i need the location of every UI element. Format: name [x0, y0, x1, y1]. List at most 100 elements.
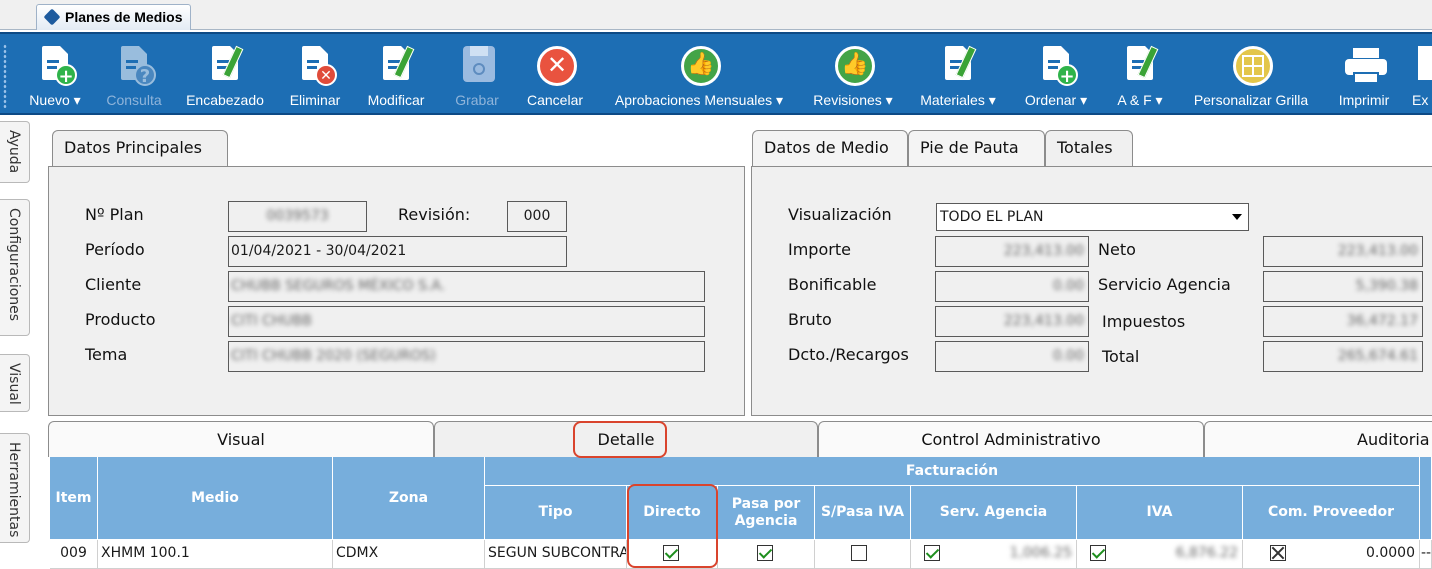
aprobaciones-mensuales-button[interactable]: 👍 Aprobaciones Mensuales ▾ — [603, 34, 795, 115]
serv-agencia-checkbox[interactable] — [924, 545, 940, 561]
document-delete-icon: ✕ — [291, 42, 339, 90]
grabar-button[interactable]: Grabar — [444, 34, 510, 115]
tab-control-administrativo[interactable]: Control Administrativo — [818, 421, 1204, 457]
periodo-label: Período — [85, 240, 145, 259]
nro-plan-field[interactable]: 0039573 — [228, 201, 367, 232]
cell-overflow: -- — [1420, 540, 1432, 569]
serv-agencia-value: 1,006.25 — [1009, 545, 1072, 561]
document-edit-icon — [1116, 42, 1164, 90]
cell-pasa-por-agencia — [718, 540, 815, 569]
cliente-label: Cliente — [85, 275, 142, 294]
importe-field[interactable]: 223,413.00 — [935, 236, 1089, 267]
column-header-s-pasa-iva[interactable]: S/Pasa IVA — [815, 486, 911, 540]
tema-field[interactable]: CITI CHUBB 2020 (SEGUROS) — [228, 341, 705, 372]
dcto-recargos-label: Dcto./Recargos — [788, 345, 909, 364]
dropdown-arrow-icon — [1232, 214, 1242, 220]
tema-label: Tema — [85, 345, 128, 364]
personalizar-grilla-button[interactable]: Personalizar Grilla — [1182, 34, 1320, 115]
column-header-item[interactable]: Item — [50, 457, 98, 540]
tab-pie-de-pauta[interactable]: Pie de Pauta — [908, 130, 1045, 166]
document-add-icon: + — [31, 42, 79, 90]
chevron-down-icon: ▾ — [885, 92, 893, 108]
encabezado-button[interactable]: Encabezado — [179, 34, 271, 115]
detalle-grid: Item Medio Zona Facturación Tipo Directo… — [50, 457, 1432, 569]
revisiones-button[interactable]: 👍 Revisiones ▾ — [806, 34, 900, 115]
impuestos-field[interactable]: 36,472.17 — [1263, 306, 1423, 337]
cell-s-pasa-iva — [815, 540, 911, 569]
total-label: Total — [1102, 347, 1140, 366]
nro-plan-label: Nº Plan — [85, 205, 144, 224]
cell-tipo[interactable]: SEGUN SUBCONTRATO — [485, 540, 627, 569]
visualizacion-select[interactable]: TODO EL PLAN — [936, 203, 1249, 231]
column-header-medio[interactable]: Medio — [98, 457, 333, 540]
document-edit-icon — [934, 42, 982, 90]
com-proveedor-checkbox[interactable] — [1270, 545, 1286, 561]
cell-com-proveedor: 0.0000 — [1243, 540, 1420, 569]
column-header-overflow — [1420, 457, 1432, 540]
ordenar-button[interactable]: + Ordenar ▾ — [1015, 34, 1097, 115]
a-and-f-button[interactable]: A & F ▾ — [1107, 34, 1173, 115]
producto-field[interactable]: CITI CHUBB — [228, 306, 705, 337]
periodo-field[interactable]: 01/04/2021 - 30/04/2021 — [228, 236, 567, 267]
highlight-detalle-tab — [573, 421, 667, 458]
tab-visual[interactable]: Visual — [48, 421, 434, 457]
servicio-agencia-field[interactable]: 5,390.38 — [1263, 271, 1423, 302]
cell-medio[interactable]: XHMM 100.1 — [98, 540, 333, 569]
side-tab-herramientas[interactable]: Herramientas — [0, 433, 30, 543]
datos-principales-panel: Nº Plan 0039573 Revisión: 000 Período 01… — [48, 166, 745, 416]
imprimir-button[interactable]: Imprimir — [1328, 34, 1400, 115]
visualizacion-label: Visualización — [788, 205, 892, 224]
column-header-pasa-por-agencia[interactable]: Pasa por Agencia — [718, 486, 815, 540]
total-field[interactable]: 265,674.61 — [1263, 341, 1423, 372]
neto-label: Neto — [1098, 240, 1136, 259]
s-pasa-iva-checkbox[interactable] — [851, 545, 867, 561]
window-tab-planes-de-medios[interactable]: Planes de Medios — [36, 4, 192, 30]
iva-checkbox[interactable] — [1090, 545, 1106, 561]
chevron-down-icon: ▾ — [988, 92, 996, 108]
app-logo-icon — [43, 8, 61, 26]
bonificable-field[interactable]: 0.00 — [935, 271, 1089, 302]
cell-zona[interactable]: CDMX — [333, 540, 485, 569]
column-header-zona[interactable]: Zona — [333, 457, 485, 540]
side-tab-visual[interactable]: Visual — [0, 354, 30, 412]
side-tab-configuraciones[interactable]: Configuraciones — [0, 199, 30, 336]
column-header-serv-agencia[interactable]: Serv. Agencia — [911, 486, 1077, 540]
toolbar-grip[interactable] — [3, 44, 7, 108]
eliminar-button[interactable]: ✕ Eliminar — [282, 34, 348, 115]
consulta-button[interactable]: ? Consulta — [99, 34, 169, 115]
column-header-iva[interactable]: IVA — [1077, 486, 1243, 540]
chevron-down-icon: ▾ — [73, 92, 81, 108]
dcto-recargos-field[interactable]: 0.00 — [935, 341, 1089, 372]
impuestos-label: Impuestos — [1102, 312, 1186, 331]
side-tab-ayuda[interactable]: Ayuda — [0, 121, 30, 183]
document-add-icon: + — [1032, 42, 1080, 90]
export-button[interactable]: Ex — [1408, 34, 1432, 115]
tab-auditoria[interactable]: Auditoria — [1204, 421, 1432, 457]
neto-field[interactable]: 223,413.00 — [1263, 236, 1423, 267]
document-edit-icon — [372, 42, 420, 90]
bruto-field[interactable]: 223,413.00 — [935, 306, 1089, 337]
pasa-por-agencia-checkbox[interactable] — [757, 545, 773, 561]
document-edit-icon — [201, 42, 249, 90]
thumbs-up-icon: 👍 — [829, 42, 877, 90]
cell-item[interactable]: 009 — [50, 540, 98, 569]
column-header-tipo[interactable]: Tipo — [485, 486, 627, 540]
revision-field[interactable]: 000 — [507, 201, 567, 232]
cell-serv-agencia: 1,006.25 — [911, 540, 1077, 569]
chevron-down-icon: ▾ — [1155, 92, 1163, 108]
tab-datos-de-medio[interactable]: Datos de Medio — [752, 130, 908, 166]
cliente-field[interactable]: CHUBB SEGUROS MÉXICO S.A. — [228, 271, 705, 302]
printer-icon — [1340, 42, 1388, 90]
modificar-button[interactable]: Modificar — [358, 34, 434, 115]
thumbs-up-icon: 👍 — [675, 42, 723, 90]
tab-datos-principales[interactable]: Datos Principales — [52, 130, 228, 167]
main-toolbar: + Nuevo ▾ ? Consulta Encabezado ✕ Elimin… — [0, 32, 1432, 115]
revision-label: Revisión: — [398, 205, 471, 224]
nuevo-button[interactable]: + Nuevo ▾ — [22, 34, 88, 115]
window-tab-strip: Planes de Medios — [0, 0, 1432, 30]
materiales-button[interactable]: Materiales ▾ — [910, 34, 1006, 115]
producto-label: Producto — [85, 310, 156, 329]
tab-totales[interactable]: Totales — [1045, 130, 1133, 167]
column-header-com-proveedor[interactable]: Com. Proveedor — [1243, 486, 1420, 540]
cancelar-button[interactable]: ✕ Cancelar — [520, 34, 590, 115]
